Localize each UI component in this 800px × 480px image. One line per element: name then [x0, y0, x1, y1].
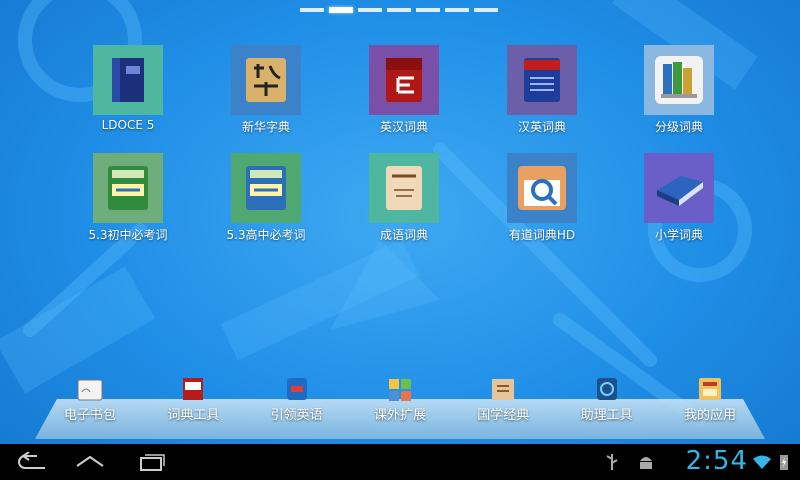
- usb-icon: [602, 452, 622, 472]
- dock-label: 课外扩展: [373, 408, 426, 423]
- battery-charging-icon: [774, 452, 794, 472]
- wifi-icon: [752, 452, 772, 472]
- youdao-dictionary-icon: [507, 153, 577, 223]
- dock-item-lead-english[interactable]: 引领英语: [247, 376, 347, 426]
- dock-item-my-apps[interactable]: 我的应用: [660, 376, 760, 426]
- recent-apps-icon: [140, 454, 165, 471]
- page-dot[interactable]: [329, 7, 353, 13]
- page-dot[interactable]: [445, 8, 469, 12]
- dock-label: 引领英语: [270, 408, 323, 423]
- app-label: 5.3初中必考词: [88, 228, 168, 242]
- dock-item-ebook-bag[interactable]: 电子书包: [40, 376, 140, 426]
- junior-high-vocab-icon: [93, 153, 163, 223]
- dock-label: 电子书包: [63, 408, 116, 423]
- dock-item-assistant-tools[interactable]: 助理工具: [557, 376, 657, 426]
- english-chinese-dictionary-icon: [369, 45, 439, 115]
- app-label: 新华字典: [241, 120, 290, 134]
- app-label: 5.3高中必考词: [226, 228, 306, 242]
- page-dot[interactable]: [300, 8, 324, 12]
- app-longman-dictionary[interactable]: LDOCE 5: [68, 45, 188, 132]
- dock-label: 词典工具: [167, 408, 220, 423]
- page-dot[interactable]: [387, 8, 411, 12]
- page-dot[interactable]: [474, 8, 498, 12]
- app-label: LDOCE 5: [101, 118, 155, 132]
- app-youdao-dictionary[interactable]: 有道词典HD: [482, 153, 602, 243]
- dock-label: 我的应用: [683, 408, 736, 423]
- dock-label: 国学经典: [477, 408, 530, 423]
- app-junior-high-vocab[interactable]: 5.3初中必考词: [68, 153, 188, 243]
- extracurricular-icon: [385, 376, 415, 402]
- app-english-chinese-dictionary[interactable]: 英汉词典: [344, 45, 464, 135]
- clock[interactable]: 2:54: [686, 446, 748, 476]
- dock-item-extracurricular[interactable]: 课外扩展: [350, 376, 450, 426]
- home-icon: [76, 455, 104, 467]
- app-primary-school-dictionary[interactable]: 小学词典: [619, 153, 739, 243]
- home-button[interactable]: [70, 450, 110, 474]
- primary-school-dictionary-icon: [644, 153, 714, 223]
- dock: 电子书包 词典工具 引领英语 课外扩展 国学经典 助理工具 我的应用: [40, 376, 760, 426]
- chinese-english-dictionary-icon: [507, 45, 577, 115]
- system-bar: 2:54: [0, 444, 800, 480]
- my-apps-icon: [695, 376, 725, 402]
- dock-item-dictionary-tools[interactable]: 词典工具: [143, 376, 243, 426]
- app-label: 汉英词典: [517, 120, 566, 134]
- back-arrow-icon: [18, 452, 45, 469]
- xinhua-dictionary-icon: [231, 45, 301, 115]
- page-dot[interactable]: [358, 8, 382, 12]
- dock-label: 助理工具: [580, 408, 633, 423]
- app-graded-dictionary[interactable]: 分级词典: [619, 45, 739, 135]
- android-debug-icon: [636, 452, 656, 472]
- app-label: 成语词典: [379, 228, 428, 242]
- app-label: 有道词典HD: [508, 228, 576, 242]
- page-dot[interactable]: [416, 8, 440, 12]
- assistant-tools-icon: [592, 376, 622, 402]
- dictionary-tools-icon: [178, 376, 208, 402]
- app-label: 小学词典: [654, 228, 703, 242]
- senior-high-vocab-icon: [231, 153, 301, 223]
- longman-dictionary-icon: [93, 45, 163, 115]
- chinese-classics-icon: [488, 376, 518, 402]
- app-senior-high-vocab[interactable]: 5.3高中必考词: [206, 153, 326, 243]
- app-label: 英汉词典: [379, 120, 428, 134]
- dock-item-chinese-classics[interactable]: 国学经典: [453, 376, 553, 426]
- back-button[interactable]: [12, 450, 52, 474]
- idiom-dictionary-icon: [369, 153, 439, 223]
- recent-apps-button[interactable]: [130, 450, 170, 474]
- app-label: 分级词典: [654, 120, 703, 134]
- graded-dictionary-icon: [644, 45, 714, 115]
- app-xinhua-dictionary[interactable]: 新华字典: [206, 45, 326, 135]
- page-indicator[interactable]: [300, 6, 500, 14]
- ebook-bag-icon: [75, 376, 105, 402]
- app-idiom-dictionary[interactable]: 成语词典: [344, 153, 464, 243]
- app-chinese-english-dictionary[interactable]: 汉英词典: [482, 45, 602, 135]
- lead-english-icon: [282, 376, 312, 402]
